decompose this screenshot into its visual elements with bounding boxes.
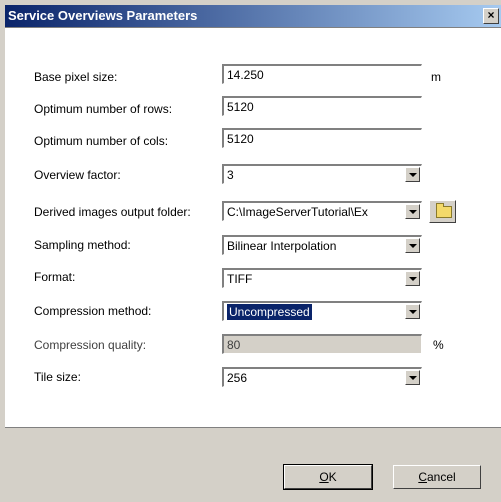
cancel-label: ancel bbox=[426, 470, 456, 484]
sampling-method-value: Bilinear Interpolation bbox=[227, 239, 337, 253]
format-value: TIFF bbox=[227, 272, 253, 286]
derived-folder-value: C:\ImageServerTutorial\Ex bbox=[227, 205, 368, 219]
browse-folder-button[interactable] bbox=[429, 200, 456, 223]
compression-method-label: Compression method: bbox=[34, 304, 152, 318]
chevron-down-icon[interactable] bbox=[405, 271, 420, 286]
ok-accel: O bbox=[319, 470, 329, 484]
ok-label: K bbox=[328, 470, 337, 484]
format-label: Format: bbox=[34, 270, 76, 284]
close-button[interactable]: × bbox=[483, 8, 499, 24]
compression-method-value: Uncompressed bbox=[226, 303, 313, 321]
derived-folder-select[interactable]: C:\ImageServerTutorial\Ex bbox=[222, 201, 422, 221]
chevron-down-icon[interactable] bbox=[405, 167, 420, 182]
overview-factor-label: Overview factor: bbox=[34, 168, 121, 182]
chevron-down-icon[interactable] bbox=[405, 238, 420, 253]
chevron-down-icon[interactable] bbox=[405, 304, 420, 319]
derived-folder-label: Derived images output folder: bbox=[34, 205, 191, 219]
sampling-method-select[interactable]: Bilinear Interpolation bbox=[222, 235, 422, 255]
format-select[interactable]: TIFF bbox=[222, 268, 422, 288]
base-pixel-size-unit: m bbox=[431, 70, 441, 84]
optimum-rows-input[interactable]: 5120 bbox=[222, 96, 422, 116]
overview-factor-select[interactable]: 3 bbox=[222, 164, 422, 184]
compression-quality-unit: % bbox=[433, 338, 444, 352]
chevron-down-icon[interactable] bbox=[405, 204, 420, 219]
base-pixel-size-input[interactable]: 14.250 bbox=[222, 64, 422, 84]
ok-button[interactable]: OK bbox=[283, 464, 373, 490]
compression-quality-label: Compression quality: bbox=[34, 338, 147, 352]
optimum-rows-label: Optimum number of rows: bbox=[34, 102, 173, 116]
tile-size-select[interactable]: 256 bbox=[222, 367, 422, 387]
folder-icon bbox=[436, 203, 452, 218]
tile-size-label: Tile size: bbox=[34, 370, 81, 384]
optimum-cols-label: Optimum number of cols: bbox=[34, 134, 169, 148]
footer-divider bbox=[5, 427, 501, 428]
sampling-method-label: Sampling method: bbox=[34, 238, 131, 252]
base-pixel-size-label: Base pixel size: bbox=[34, 70, 118, 84]
optimum-cols-input[interactable]: 5120 bbox=[222, 128, 422, 148]
overview-factor-value: 3 bbox=[227, 168, 234, 182]
compression-quality-input: 80 bbox=[222, 334, 422, 354]
window-title: Service Overviews Parameters bbox=[8, 8, 198, 23]
compression-method-select[interactable]: Uncompressed bbox=[222, 301, 422, 321]
dialog-window: Service Overviews Parameters × Base pixe… bbox=[0, 0, 501, 502]
cancel-button[interactable]: Cancel bbox=[393, 465, 481, 489]
cancel-accel: C bbox=[418, 470, 427, 484]
chevron-down-icon[interactable] bbox=[405, 370, 420, 385]
title-bar[interactable]: Service Overviews Parameters × bbox=[5, 5, 501, 27]
tile-size-value: 256 bbox=[227, 371, 248, 385]
